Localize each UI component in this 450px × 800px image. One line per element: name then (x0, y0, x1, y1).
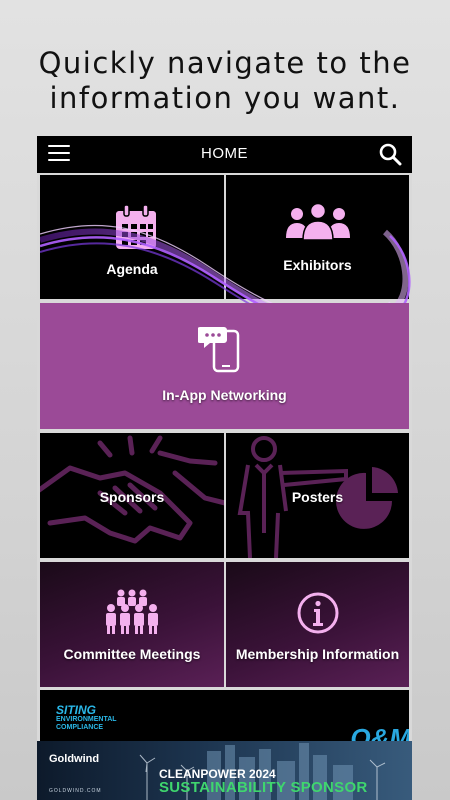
siting-banner-subtitle-line-2: COMPLIANCE (56, 724, 104, 731)
calendar-icon (116, 204, 156, 249)
siting-banner-subtitle-line-1: ENVIRONMENTAL (56, 716, 117, 723)
phone-chat-icon (198, 327, 240, 373)
divider (409, 173, 412, 743)
goldwind-url: GOLDWIND.COM (49, 788, 102, 794)
sponsor-ad-banner[interactable]: Goldwind GOLDWIND.COM CLEANPOWER 2024 SU… (37, 741, 412, 800)
siting-banner-tile[interactable]: SITING ENVIRONMENTAL COMPLIANCE O&M (40, 690, 409, 742)
committee-meetings-tile[interactable]: Committee Meetings (40, 562, 224, 687)
in-app-networking-label: In-App Networking (162, 387, 287, 403)
info-circle-icon (297, 592, 339, 634)
sponsors-tile[interactable]: Sponsors (40, 433, 224, 558)
headline-line-1: Quickly navigate to the (38, 46, 412, 80)
om-banner-text: O&M (350, 723, 409, 742)
in-app-networking-tile[interactable]: In-App Networking (40, 303, 409, 429)
sponsors-label: Sponsors (99, 489, 165, 505)
goldwind-logo: Goldwind (49, 753, 100, 765)
exhibitors-label: Exhibitors (283, 257, 352, 273)
page-title: HOME (201, 145, 248, 162)
committee-meetings-label: Committee Meetings (63, 646, 201, 662)
search-icon[interactable] (378, 142, 402, 166)
exhibitors-tile[interactable]: Exhibitors (226, 175, 409, 299)
agenda-label: Agenda (106, 261, 158, 277)
committee-group-icon (106, 589, 158, 634)
people-group-icon (286, 202, 350, 241)
siting-banner-subtitle: ENVIRONMENTAL COMPLIANCE (56, 716, 117, 732)
ad-subheadline: SUSTAINABILITY SPONSOR (159, 779, 368, 796)
membership-information-tile[interactable]: Membership Information (226, 562, 409, 687)
headline-line-2: information you want. (49, 81, 401, 115)
posters-tile[interactable]: Posters (226, 433, 409, 558)
membership-information-label: Membership Information (235, 646, 400, 662)
app-screen: HOME Agenda Exhibitors In-App Networking… (37, 136, 412, 800)
posters-label: Posters (291, 489, 344, 505)
headline: Quickly navigate to the information you … (0, 46, 450, 116)
top-bar: HOME (37, 136, 412, 173)
agenda-tile[interactable]: Agenda (40, 175, 224, 299)
siting-banner-title: SITING (56, 703, 97, 717)
